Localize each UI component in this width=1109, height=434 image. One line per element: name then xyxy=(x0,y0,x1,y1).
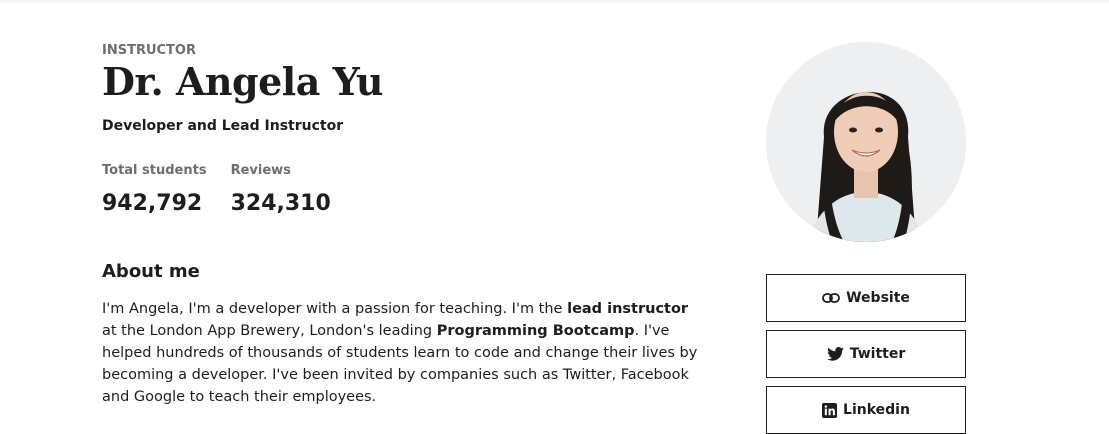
about-text-part: I'm Angela, I'm a developer with a passi… xyxy=(102,301,568,317)
link-icon xyxy=(822,293,841,303)
about-text-bold: Programming Bootcamp xyxy=(436,323,635,339)
about-text-bold: lead instructor xyxy=(567,301,689,317)
linkedin-button-label: Linkedin xyxy=(843,402,910,418)
top-shadow xyxy=(0,0,1109,4)
avatar xyxy=(766,42,966,242)
about-heading: About me xyxy=(102,261,200,282)
stat-label: Reviews xyxy=(230,163,291,178)
instructor-headline: Developer and Lead Instructor xyxy=(102,118,344,134)
linkedin-icon xyxy=(822,402,838,418)
profile-sidebar: Website Twitter Linkedin xyxy=(766,42,966,434)
about-text: I'm Angela, I'm a developer with a passi… xyxy=(102,298,706,408)
twitter-button[interactable]: Twitter xyxy=(766,330,966,378)
stat-label: Total students xyxy=(102,163,207,178)
stat-value: 942,792 xyxy=(102,191,203,216)
stat-value: 324,310 xyxy=(230,191,331,216)
website-button[interactable]: Website xyxy=(766,274,966,322)
instructor-avatar-photo xyxy=(766,42,966,242)
twitter-button-label: Twitter xyxy=(849,346,906,362)
stat-reviews: Reviews 324,310 xyxy=(231,162,331,218)
profile-main: INSTRUCTOR Dr. Angela Yu Developer and L… xyxy=(102,40,722,408)
role-label: INSTRUCTOR xyxy=(102,43,196,58)
stat-total-students: Total students 942,792 xyxy=(102,162,207,218)
instructor-name: Dr. Angela Yu xyxy=(102,59,384,104)
twitter-icon xyxy=(826,347,844,361)
stats-row: Total students 942,792 Reviews 324,310 xyxy=(102,162,722,218)
linkedin-button[interactable]: Linkedin xyxy=(766,386,966,434)
about-text-part: at the London App Brewery, London's lead… xyxy=(102,323,437,339)
website-button-label: Website xyxy=(846,290,910,306)
